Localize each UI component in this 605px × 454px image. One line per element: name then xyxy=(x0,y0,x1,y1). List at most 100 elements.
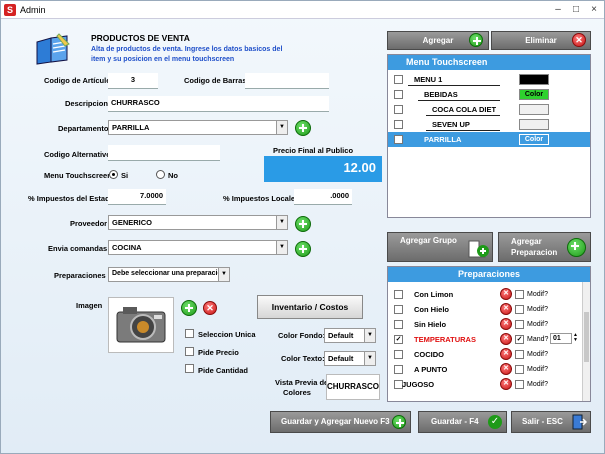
codigo-alternativo-input[interactable] xyxy=(108,145,220,161)
color-fondo-label: Color Fondo: xyxy=(278,331,326,340)
proveedor-select[interactable]: GENERICO ▼ xyxy=(108,215,288,230)
preparacion-item[interactable]: Sin Hielo ✕ Modif? xyxy=(388,317,590,332)
imagen-label: Imagen xyxy=(76,301,103,310)
preparaciones-panel: Preparaciones Con Limon ✕ Modif? Con Hielo ✕… xyxy=(387,266,591,402)
no-radio[interactable] xyxy=(156,170,165,179)
preparacion-item[interactable]: ✓ TEMPERATURAS ✕ ✓ Mand? 01 ▲ ▼ xyxy=(388,332,590,347)
menu-item-color-swatch[interactable] xyxy=(519,74,549,85)
preparacion-checkbox[interactable]: ✓ xyxy=(394,335,403,344)
add-icon xyxy=(469,33,483,47)
departamento-label: Departamento xyxy=(58,124,109,133)
menu-item-checkbox[interactable] xyxy=(394,105,403,114)
precio-input[interactable]: 12.00 xyxy=(264,156,382,182)
chevron-down-icon: ▼ xyxy=(218,268,229,281)
scrollbar-thumb[interactable] xyxy=(584,312,589,362)
si-radio[interactable] xyxy=(109,170,118,179)
stepper-arrows-icon[interactable]: ▲ ▼ xyxy=(573,333,578,343)
agregar-preparacion-label-2: Preparacion xyxy=(511,248,558,257)
preparacion-item[interactable]: JUGOSO ✕ Modif? xyxy=(388,377,590,392)
menu-item[interactable]: COCA COLA DIET xyxy=(388,102,590,117)
codigo-barras-label: Codigo de Barras xyxy=(184,76,247,85)
remove-preparacion-icon[interactable]: ✕ xyxy=(500,363,512,375)
menu-item[interactable]: BEBIDAS Color xyxy=(388,87,590,102)
menu-item-color-swatch[interactable] xyxy=(519,119,549,130)
envia-select[interactable]: COCINA ▼ xyxy=(108,240,288,255)
pide-precio-checkbox[interactable] xyxy=(185,347,194,356)
guardar-nuevo-label: Guardar y Agregar Nuevo F3 xyxy=(281,417,390,426)
departamento-select[interactable]: PARRILLA ▼ xyxy=(108,120,288,135)
seleccion-unica-checkbox[interactable] xyxy=(185,329,194,338)
menu-item-checkbox[interactable] xyxy=(394,90,403,99)
preparacion-checkbox[interactable] xyxy=(394,350,403,359)
codigo-articulo-input[interactable]: 3 xyxy=(108,73,158,89)
preparacion-checkbox[interactable] xyxy=(394,305,403,314)
close-button[interactable]: × xyxy=(587,3,601,16)
preparacion-checkbox[interactable] xyxy=(394,320,403,329)
menu-item-underline xyxy=(408,85,500,86)
add-envia-icon[interactable] xyxy=(295,241,311,257)
preparacion-item[interactable]: Con Hielo ✕ Modif? xyxy=(388,302,590,317)
preparaciones-scrollbar[interactable] xyxy=(582,282,590,401)
modif-checkbox[interactable]: ✓ xyxy=(515,335,524,344)
menu-item-color-swatch[interactable]: Color xyxy=(519,134,549,145)
preparacion-label: A PUNTO xyxy=(414,365,448,374)
preparacion-checkbox[interactable] xyxy=(394,290,403,299)
menu-item-checkbox[interactable] xyxy=(394,75,403,84)
menu-item[interactable]: MENU 1 xyxy=(388,72,590,87)
modif-checkbox[interactable] xyxy=(515,380,524,389)
product-image[interactable] xyxy=(108,297,174,353)
menu-item-checkbox[interactable] xyxy=(394,120,403,129)
guardar-nuevo-button[interactable]: Guardar y Agregar Nuevo F3 xyxy=(270,411,411,433)
modif-checkbox[interactable] xyxy=(515,290,524,299)
remove-preparacion-icon[interactable]: ✕ xyxy=(500,378,512,390)
pide-precio-label: Pide Precio xyxy=(198,348,239,357)
remove-preparacion-icon[interactable]: ✕ xyxy=(500,288,512,300)
agregar-preparacion-label-1: Agregar xyxy=(511,237,542,246)
modif-label: Modif? xyxy=(527,321,549,328)
modif-label: Modif? xyxy=(527,381,549,388)
menu-item[interactable]: SEVEN UP xyxy=(388,117,590,132)
impuestos-locales-input[interactable]: .0000 xyxy=(294,189,352,205)
remove-preparacion-icon[interactable]: ✕ xyxy=(500,318,512,330)
modif-checkbox[interactable] xyxy=(515,305,524,314)
remove-preparacion-icon[interactable]: ✕ xyxy=(500,303,512,315)
preparaciones-title: Preparaciones xyxy=(388,267,590,282)
impuestos-estado-input[interactable]: 7.0000 xyxy=(108,189,166,205)
codigo-barras-input[interactable] xyxy=(245,73,329,89)
camera-icon xyxy=(116,307,166,343)
codigo-articulo-label: Codigo de Artículo xyxy=(44,76,111,85)
remove-preparacion-icon[interactable]: ✕ xyxy=(500,348,512,360)
remove-preparacion-icon[interactable]: ✕ xyxy=(500,333,512,345)
modif-checkbox[interactable] xyxy=(515,350,524,359)
add-image-icon[interactable] xyxy=(181,300,197,316)
preparacion-item[interactable]: COCIDO ✕ Modif? xyxy=(388,347,590,362)
menu-item-color-swatch[interactable] xyxy=(519,104,549,115)
descripcion-input[interactable]: CHURRASCO xyxy=(108,96,329,112)
color-texto-select[interactable]: Default ▼ xyxy=(324,351,376,366)
modif-checkbox[interactable] xyxy=(515,365,524,374)
minimize-button[interactable]: – xyxy=(551,3,565,16)
preparacion-label: Con Limon xyxy=(414,290,454,299)
maximize-button[interactable]: □ xyxy=(569,3,583,16)
preparacion-checkbox[interactable] xyxy=(394,365,403,374)
add-proveedor-icon[interactable] xyxy=(295,216,311,232)
preparacion-item[interactable]: Con Limon ✕ Modif? xyxy=(388,287,590,302)
menu-item[interactable]: ✓ PARRILLA Color xyxy=(388,132,590,147)
agregar-label: Agregar xyxy=(422,36,454,45)
color-fondo-select[interactable]: Default ▼ xyxy=(324,328,376,343)
inventario-button[interactable]: Inventario / Costos xyxy=(257,295,363,319)
color-fondo-value: Default xyxy=(328,331,354,340)
menu-item-checkbox[interactable]: ✓ xyxy=(394,135,403,144)
chevron-down-icon: ▼ xyxy=(276,121,287,134)
preparaciones-select[interactable]: Debe seleccionar una preparacion ▼ xyxy=(108,267,230,282)
modif-label: Modif? xyxy=(527,291,549,298)
add-departamento-icon[interactable] xyxy=(295,120,311,136)
menu-item-color-swatch[interactable]: Color xyxy=(519,89,549,100)
pide-cantidad-checkbox[interactable] xyxy=(185,364,194,373)
remove-image-icon[interactable]: ✕ xyxy=(203,301,217,315)
modif-checkbox[interactable] xyxy=(515,320,524,329)
agregar-grupo-label: Agregar Grupo xyxy=(400,236,457,245)
quantity-stepper[interactable]: 01 xyxy=(550,333,572,344)
preparacion-item[interactable]: A PUNTO ✕ Modif? xyxy=(388,362,590,377)
menu-touchscreen-title: Menu Touchscreen xyxy=(388,55,590,70)
